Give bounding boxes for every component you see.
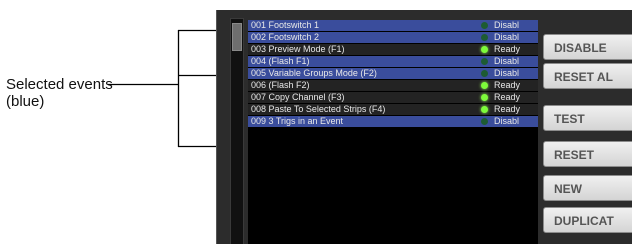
event-row[interactable]: 009 3 Trigs in an Event Disabl <box>248 116 538 127</box>
test-button[interactable]: TEST <box>543 105 632 131</box>
event-row[interactable]: 001 Footswitch 1 Disabl <box>248 20 538 31</box>
event-name: 009 3 Trigs in an Event <box>251 116 344 126</box>
event-status: Ready <box>494 92 521 102</box>
reset-all-button[interactable]: RESET AL <box>543 63 632 89</box>
event-status: Disabl <box>494 32 520 42</box>
status-led-icon <box>481 106 488 113</box>
event-row[interactable]: 005 Variable Groups Mode (F2) Disabl <box>248 68 538 79</box>
new-button[interactable]: NEW <box>543 175 632 201</box>
scrollbar[interactable] <box>230 18 244 244</box>
event-status: Ready <box>494 44 521 54</box>
status-led-icon <box>481 22 488 29</box>
status-led-icon <box>481 46 488 53</box>
event-row[interactable]: 003 Preview Mode (F1) Ready <box>248 44 538 55</box>
event-name: 007 Copy Channel (F3) <box>251 92 345 102</box>
event-name: 001 Footswitch 1 <box>251 20 320 30</box>
event-status: Disabl <box>494 56 520 66</box>
event-name: 008 Paste To Selected Strips (F4) <box>251 104 386 114</box>
event-status: Disabl <box>494 116 520 126</box>
status-led-icon <box>481 70 488 77</box>
status-led-icon <box>481 58 488 65</box>
event-row[interactable]: 008 Paste To Selected Strips (F4) Ready <box>248 104 538 115</box>
status-led-icon <box>481 118 488 125</box>
event-row[interactable]: 002 Footswitch 2 Disabl <box>248 32 538 43</box>
reset-button[interactable]: RESET <box>543 141 632 167</box>
event-name: 002 Footswitch 2 <box>251 32 320 42</box>
event-status: Ready <box>494 80 521 90</box>
event-name: 003 Preview Mode (F1) <box>251 44 345 54</box>
event-name: 005 Variable Groups Mode (F2) <box>251 68 377 78</box>
event-status: Disabl <box>494 68 520 78</box>
event-row[interactable]: 007 Copy Channel (F3) Ready <box>248 92 538 103</box>
scrollbar-thumb[interactable] <box>232 23 242 51</box>
event-list: 001 Footswitch 1 Disabl 002 Footswitch 2… <box>248 20 538 244</box>
event-row[interactable]: 004 (Flash F1) Disabl <box>248 56 538 67</box>
event-name: 004 (Flash F1) <box>251 56 310 66</box>
event-name: 006 (Flash F2) <box>251 80 310 90</box>
event-row[interactable]: 006 (Flash F2) Ready <box>248 80 538 91</box>
status-led-icon <box>481 82 488 89</box>
duplicate-button[interactable]: DUPLICAT <box>543 207 632 233</box>
event-status: Ready <box>494 104 521 114</box>
disable-button[interactable]: DISABLE <box>543 34 632 60</box>
event-status: Disabl <box>494 20 520 30</box>
status-led-icon <box>481 34 488 41</box>
event-panel: 001 Footswitch 1 Disabl 002 Footswitch 2… <box>216 10 632 244</box>
status-led-icon <box>481 94 488 101</box>
